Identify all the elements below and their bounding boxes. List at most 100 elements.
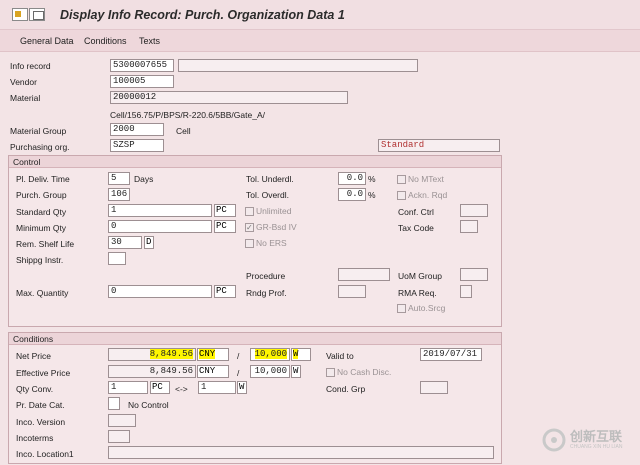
std-qty-field[interactable]: 1 [108, 204, 212, 217]
vendor-label: Vendor [10, 77, 37, 87]
rndg-field[interactable] [338, 285, 366, 298]
purch-group-label: Purch. Group [16, 190, 67, 200]
watermark-logo: 创新互联 CHUANG XIN HU LIAN [540, 418, 638, 462]
conditions-group-title: Conditions [9, 333, 501, 345]
net-price-label: Net Price [16, 351, 51, 361]
net-per-unit[interactable]: W [291, 348, 311, 361]
tax-code-field[interactable] [460, 220, 478, 233]
pr-date-field[interactable] [108, 397, 120, 410]
no-ers-label: No ERS [256, 238, 287, 248]
pr-date-label: Pr. Date Cat. [16, 400, 65, 410]
purch-org-label: Purchasing org. [10, 142, 70, 152]
min-qty-field[interactable]: 0 [108, 220, 212, 233]
menu-texts[interactable]: Texts [139, 36, 160, 46]
menu-general-data[interactable]: General Data [20, 36, 74, 46]
shipping-label: Shippg Instr. [16, 255, 64, 265]
window-icon[interactable] [29, 8, 45, 21]
no-mtext-checkbox[interactable] [397, 175, 406, 184]
qty-conv-arrow: <-> [175, 384, 188, 394]
gr-bsd-checkbox[interactable] [245, 223, 254, 232]
unlimited-checkbox[interactable] [245, 207, 254, 216]
auto-srcg-label: Auto.Srcg [408, 303, 446, 313]
min-qty-label: Minimum Qty [16, 223, 67, 233]
inco-version-field[interactable] [108, 414, 136, 427]
control-group-title: Control [9, 156, 501, 168]
eff-per-unit[interactable]: W [291, 365, 301, 378]
purch-org-field[interactable]: SZSP [110, 139, 164, 152]
tol-over-label: Tol. Overdl. [246, 190, 289, 200]
procedure-field[interactable] [338, 268, 390, 281]
material-field[interactable]: 20000012 [110, 91, 348, 104]
info-record-text-field[interactable] [178, 59, 418, 72]
net-price-field[interactable]: 8,849.56 [108, 348, 196, 361]
gr-bsd-label: GR-Bsd IV [256, 222, 297, 232]
pl-deliv-unit: Days [134, 174, 154, 184]
qty-conv-label: Qty Conv. [16, 384, 54, 394]
watermark-text: 创新互联 [570, 429, 623, 444]
rndg-label: Rndg Prof. [246, 288, 287, 298]
eff-price-field[interactable]: 8,849.56 [108, 365, 196, 378]
watermark-sub: CHUANG XIN HU LIAN [570, 444, 623, 450]
net-price-currency[interactable]: CNY [197, 348, 229, 361]
eff-price-currency[interactable]: CNY [197, 365, 229, 378]
incoterms-field[interactable] [108, 430, 130, 443]
category-field[interactable]: Standard [378, 139, 500, 152]
rma-field[interactable] [460, 285, 472, 298]
qty-conv-b-field[interactable]: 1 [198, 381, 236, 394]
material-group-text: Cell [176, 126, 191, 136]
material-group-field[interactable]: 2000 [110, 123, 164, 136]
shelf-life-unit[interactable]: D [144, 236, 154, 249]
max-qty-field[interactable]: 0 [108, 285, 212, 298]
incoterms-label: Incoterms [16, 433, 54, 443]
max-qty-label: Max. Quantity [16, 288, 69, 298]
menu-conditions[interactable]: Conditions [84, 36, 127, 46]
tol-over-pct: % [368, 190, 376, 200]
no-cash-checkbox[interactable] [326, 368, 335, 377]
net-per-value: 10,000 [254, 349, 287, 359]
procedure-label: Procedure [246, 271, 286, 281]
pl-deliv-field[interactable]: 5 [108, 172, 130, 185]
net-per-field[interactable]: 10,000 [250, 348, 290, 361]
net-per-unit-value: W [293, 349, 299, 359]
conf-ctrl-field[interactable] [460, 204, 488, 217]
tol-over-field[interactable]: 0.0 [338, 188, 366, 201]
qty-conv-b-unit[interactable]: W [237, 381, 247, 394]
tax-code-label: Tax Code [398, 223, 434, 233]
rma-label: RMA Req. [398, 288, 437, 298]
min-qty-unit[interactable]: PC [214, 220, 236, 233]
cond-grp-field[interactable] [420, 381, 448, 394]
uom-group-label: UoM Group [398, 271, 442, 281]
unlimited-label: Unlimited [256, 206, 292, 216]
no-ers-checkbox[interactable] [245, 239, 254, 248]
material-label: Material [10, 93, 41, 103]
valid-to-field[interactable]: 2019/07/31 [420, 348, 482, 361]
material-description: Cell/156.75/P/BPS/R-220.6/5BB/Gate_A/ [110, 110, 265, 120]
net-per-slash: / [237, 351, 240, 361]
no-mtext-label: No MText [408, 174, 444, 184]
tol-under-label: Tol. Underdl. [246, 174, 294, 184]
std-qty-unit[interactable]: PC [214, 204, 236, 217]
valid-to-label: Valid to [326, 351, 354, 361]
shelf-life-field[interactable]: 30 [108, 236, 142, 249]
pr-date-text: No Control [128, 400, 169, 410]
ackn-checkbox[interactable] [397, 191, 406, 200]
cond-grp-label: Cond. Grp [326, 384, 366, 394]
std-qty-label: Standard Qty [16, 207, 67, 217]
qty-conv-a-unit[interactable]: PC [150, 381, 170, 394]
uom-group-field[interactable] [460, 268, 488, 281]
eff-per-field[interactable]: 10,000 [250, 365, 290, 378]
tol-under-field[interactable]: 0.0 [338, 172, 366, 185]
conf-ctrl-label: Conf. Ctrl [398, 207, 434, 217]
max-qty-unit[interactable]: PC [214, 285, 236, 298]
pl-deliv-label: Pl. Deliv. Time [16, 174, 70, 184]
qty-conv-a-field[interactable]: 1 [108, 381, 148, 394]
inco-loc-field[interactable] [108, 446, 494, 459]
auto-srcg-checkbox[interactable] [397, 304, 406, 313]
vendor-field[interactable]: 100005 [110, 75, 174, 88]
inco-loc-label: Inco. Location1 [16, 449, 74, 459]
purch-group-field[interactable]: 106 [108, 188, 130, 201]
page-title: Display Info Record: Purch. Organization… [60, 8, 345, 22]
shipping-field[interactable] [108, 252, 126, 265]
info-record-field[interactable]: 5300007655 [110, 59, 174, 72]
sap-menu-icon[interactable] [12, 8, 28, 21]
